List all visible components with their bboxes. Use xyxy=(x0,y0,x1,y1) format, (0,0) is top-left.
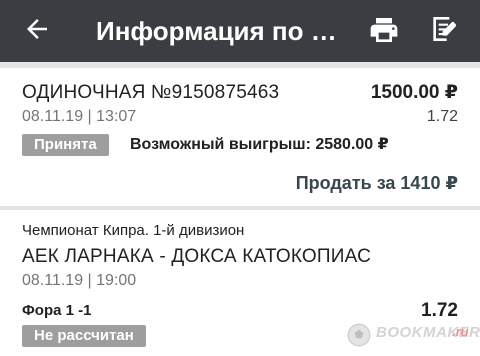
app-bar: Информация по ставке xyxy=(0,0,480,62)
bet-coefficient: 1.72 xyxy=(426,108,458,125)
soccer-ball-icon xyxy=(347,323,371,347)
bet-status-badge: Принята xyxy=(22,134,109,156)
bet-title: ОДИНОЧНАЯ №9150875463 xyxy=(22,82,280,103)
event-status-badge: Не рассчитан xyxy=(22,325,146,347)
outcome-label: Фора 1 -1 xyxy=(22,302,92,319)
watermark-tld: .ru xyxy=(452,324,469,339)
league-name: Чемпионат Кипра. 1-й дивизион xyxy=(22,222,245,239)
match-name: АЕК ЛАРНАКА - ДОКСА КАТОКОПИАС xyxy=(22,246,371,267)
arrow-left-icon[interactable] xyxy=(22,14,52,44)
edit-note-icon[interactable] xyxy=(428,12,460,46)
possible-win-text: Возможный выигрыш: 2580.00 ₽ xyxy=(130,136,389,153)
bet-datetime: 08.11.19 | 13:07 xyxy=(22,108,137,125)
page-title: Информация по ставке xyxy=(96,16,348,46)
bet-amount: 1500.00 ₽ xyxy=(370,82,458,103)
bet-card: ОДИНОЧНАЯ №9150875463 1500.00 ₽ 08.11.19… xyxy=(0,68,480,206)
watermark-logo: BOOKMAKER .ru xyxy=(340,316,480,356)
sell-bet-button[interactable]: Продать за 1410 ₽ xyxy=(296,172,458,194)
match-datetime: 08.11.19 | 19:00 xyxy=(22,272,137,289)
printer-icon[interactable] xyxy=(368,14,400,46)
